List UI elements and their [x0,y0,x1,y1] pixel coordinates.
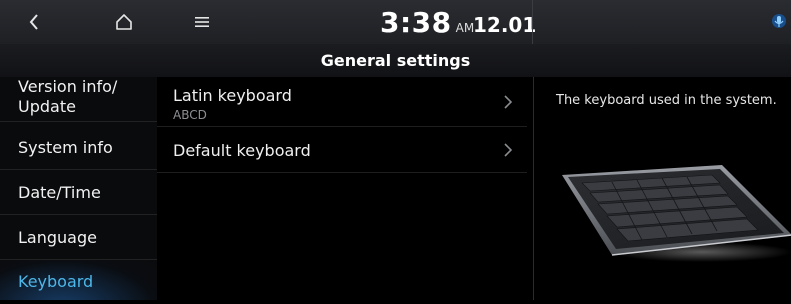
clock: 3:38 AM [380,0,474,44]
chevron-right-icon [504,95,513,109]
sidebar-item-label-line2: Update [18,97,76,116]
settings-sidebar: Version info/ Update System info Date/Ti… [0,77,157,300]
info-description: The keyboard used in the system. [556,93,777,108]
home-icon[interactable] [112,0,136,44]
clock-time: 3:38 [380,6,452,39]
sidebar-item-keyboard[interactable]: Keyboard [0,260,157,300]
voice-mic-icon[interactable] [768,10,790,34]
clock-ampm: AM [455,21,475,35]
latin-keyboard-row[interactable]: Latin keyboard ABCD [157,77,527,127]
sidebar-item-system-info[interactable]: System info [0,125,157,170]
page-title: General settings [0,44,791,77]
latin-keyboard-value: ABCD [173,108,207,122]
sidebar-item-language[interactable]: Language [0,215,157,260]
sidebar-item-label: Date/Time [18,183,101,202]
topbar-divider [532,0,533,44]
chevron-right-icon [504,143,513,157]
sidebar-item-label: Keyboard [18,272,94,291]
keyboard-illustration [562,165,791,262]
default-keyboard-row[interactable]: Default keyboard [157,128,527,173]
default-keyboard-label: Default keyboard [173,141,311,160]
date-display: 12.01 [473,13,537,37]
menu-icon[interactable] [190,0,214,44]
sidebar-item-version-info[interactable]: Version info/ Update [0,77,157,122]
sidebar-item-date-time[interactable]: Date/Time [0,170,157,215]
sidebar-item-label: Language [18,228,97,247]
latin-keyboard-label: Latin keyboard [173,86,292,105]
back-arrow-icon[interactable] [22,0,46,44]
top-status-bar: 3:38 AM 12.01 [0,0,791,44]
info-panel: The keyboard used in the system. [534,77,791,300]
keyboard-settings-list: Latin keyboard ABCD Default keyboard [157,77,533,300]
sidebar-item-label-line1: Version info/ [18,77,118,96]
sidebar-item-label: System info [18,138,113,157]
